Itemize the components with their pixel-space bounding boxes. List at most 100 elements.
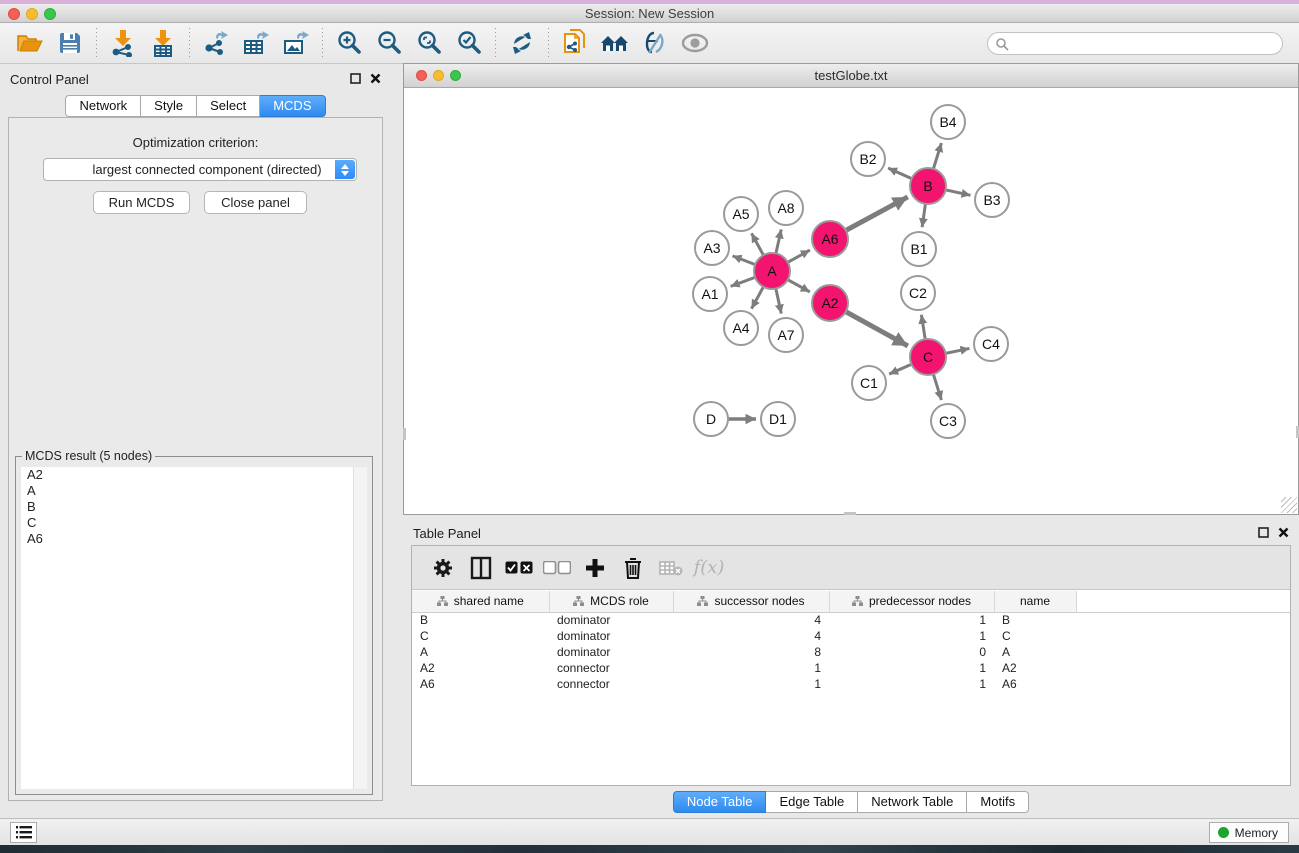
zoom-fit-icon[interactable] [409, 26, 449, 60]
table-row[interactable]: Adominator80A [412, 644, 1290, 660]
tab-edge-table[interactable]: Edge Table [766, 791, 858, 813]
graph-node-D1[interactable]: D1 [761, 402, 795, 436]
network-canvas[interactable]: AA1A2A3A4A5A6A7A8BB1B2B3B4CC1C2C3C4DD1 [404, 89, 1298, 514]
deselect-all-icon[interactable] [542, 552, 572, 584]
criterion-select[interactable]: largest connected component (directed) [43, 158, 357, 181]
apply-layout-icon[interactable] [502, 26, 542, 60]
cell-MCDS-role[interactable]: connector [549, 676, 673, 692]
export-table-icon[interactable] [236, 26, 276, 60]
graph-node-C2[interactable]: C2 [901, 276, 935, 310]
export-image-icon[interactable] [276, 26, 316, 60]
export-network-icon[interactable] [196, 26, 236, 60]
cell-name[interactable]: A2 [994, 660, 1076, 676]
graph-node-D[interactable]: D [694, 402, 728, 436]
cell-shared-name[interactable]: A [412, 644, 549, 660]
table-row[interactable]: Cdominator41C [412, 628, 1290, 644]
home-icon[interactable] [595, 26, 635, 60]
graph-node-B[interactable]: B [910, 168, 946, 204]
cell-successor-nodes[interactable]: 4 [673, 612, 829, 628]
graph-node-A5[interactable]: A5 [724, 197, 758, 231]
table-row[interactable]: A6connector11A6 [412, 676, 1290, 692]
close-panel-button[interactable]: Close panel [204, 191, 307, 214]
cell-name[interactable]: B [994, 612, 1076, 628]
close-panel-icon[interactable] [1278, 527, 1289, 538]
search-input[interactable] [987, 32, 1283, 55]
cell-MCDS-role[interactable]: dominator [549, 628, 673, 644]
column-header-name[interactable]: name [994, 591, 1076, 612]
show-panels-button[interactable] [10, 822, 37, 843]
column-header-predecessor-nodes[interactable]: predecessor nodes [829, 591, 994, 612]
run-mcds-button[interactable]: Run MCDS [93, 191, 190, 214]
column-header-shared-name[interactable]: shared name [412, 591, 549, 612]
graph-node-B4[interactable]: B4 [931, 105, 965, 139]
tab-network[interactable]: Network [65, 95, 141, 117]
select-all-icon[interactable] [504, 552, 534, 584]
cell-predecessor-nodes[interactable]: 0 [829, 644, 994, 660]
float-panel-icon[interactable] [350, 73, 361, 84]
cell-MCDS-role[interactable]: dominator [549, 644, 673, 660]
cell-shared-name[interactable]: A6 [412, 676, 549, 692]
cell-predecessor-nodes[interactable]: 1 [829, 628, 994, 644]
tab-node-table[interactable]: Node Table [673, 791, 767, 813]
cell-name[interactable]: A6 [994, 676, 1076, 692]
cell-shared-name[interactable]: B [412, 612, 549, 628]
cell-shared-name[interactable]: C [412, 628, 549, 644]
close-panel-icon[interactable] [370, 73, 381, 84]
cell-MCDS-role[interactable]: connector [549, 660, 673, 676]
cell-name[interactable]: A [994, 644, 1076, 660]
network-from-clipboard-icon[interactable] [555, 26, 595, 60]
memory-button[interactable]: Memory [1209, 822, 1289, 843]
result-item[interactable]: A [21, 483, 367, 499]
cell-predecessor-nodes[interactable]: 1 [829, 660, 994, 676]
tab-style[interactable]: Style [141, 95, 197, 117]
splitter-handle[interactable] [403, 428, 406, 440]
graph-node-A4[interactable]: A4 [724, 311, 758, 345]
cell-successor-nodes[interactable]: 1 [673, 676, 829, 692]
graph-node-B3[interactable]: B3 [975, 183, 1009, 217]
table-settings-icon[interactable] [428, 552, 458, 584]
graph-node-A6[interactable]: A6 [812, 221, 848, 257]
graph-node-A[interactable]: A [754, 253, 790, 289]
graph-node-C3[interactable]: C3 [931, 404, 965, 438]
tab-mcds[interactable]: MCDS [260, 95, 325, 117]
cell-MCDS-role[interactable]: dominator [549, 612, 673, 628]
import-network-icon[interactable] [103, 26, 143, 60]
graph-node-C[interactable]: C [910, 339, 946, 375]
result-scrollbar[interactable] [353, 467, 367, 789]
delete-column-icon[interactable] [618, 552, 648, 584]
zoom-out-icon[interactable] [369, 26, 409, 60]
graph-node-A3[interactable]: A3 [695, 231, 729, 265]
graph-node-A7[interactable]: A7 [769, 318, 803, 352]
cell-name[interactable]: C [994, 628, 1076, 644]
tab-motifs[interactable]: Motifs [967, 791, 1029, 813]
cell-successor-nodes[interactable]: 4 [673, 628, 829, 644]
graph-node-C4[interactable]: C4 [974, 327, 1008, 361]
tab-select[interactable]: Select [197, 95, 260, 117]
function-builder-icon[interactable]: f(x) [694, 552, 724, 584]
result-item[interactable]: C [21, 515, 367, 531]
hide-graphics-details-icon[interactable] [635, 26, 675, 60]
result-item[interactable]: B [21, 499, 367, 515]
delete-table-icon[interactable] [656, 552, 686, 584]
cell-shared-name[interactable]: A2 [412, 660, 549, 676]
result-item[interactable]: A2 [21, 467, 367, 483]
save-session-icon[interactable] [50, 26, 90, 60]
cell-successor-nodes[interactable]: 8 [673, 644, 829, 660]
tab-network-table[interactable]: Network Table [858, 791, 967, 813]
graph-node-A1[interactable]: A1 [693, 277, 727, 311]
splitter-handle[interactable] [844, 512, 856, 515]
open-session-icon[interactable] [10, 26, 50, 60]
show-graphics-details-icon[interactable] [675, 26, 715, 60]
table-row[interactable]: A2connector11A2 [412, 660, 1290, 676]
import-table-icon[interactable] [143, 26, 183, 60]
network-window-titlebar[interactable]: testGlobe.txt [404, 64, 1298, 88]
float-panel-icon[interactable] [1258, 527, 1269, 538]
result-item[interactable]: A6 [21, 531, 367, 547]
cell-successor-nodes[interactable]: 1 [673, 660, 829, 676]
table-row[interactable]: Bdominator41B [412, 612, 1290, 628]
zoom-selected-icon[interactable] [449, 26, 489, 60]
graph-node-C1[interactable]: C1 [852, 366, 886, 400]
graph-node-B1[interactable]: B1 [902, 232, 936, 266]
cell-predecessor-nodes[interactable]: 1 [829, 612, 994, 628]
zoom-in-icon[interactable] [329, 26, 369, 60]
